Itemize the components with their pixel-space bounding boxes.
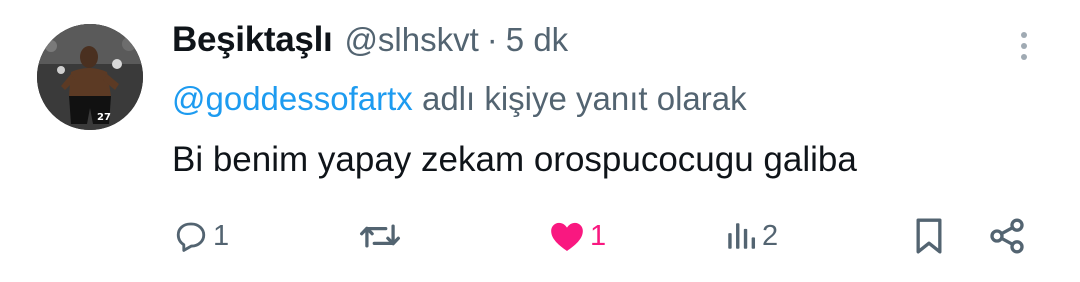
share-icon	[990, 218, 1024, 254]
reply-icon	[176, 222, 206, 252]
reply-mention-link[interactable]: @goddessofartx	[172, 80, 413, 117]
tweet[interactable]: 27 Beşiktaşlı @slhskvt · 5 dk @goddessof…	[0, 0, 1080, 282]
views-count: 2	[762, 219, 779, 252]
more-options-icon[interactable]	[1012, 26, 1036, 66]
repost-button[interactable]	[358, 214, 406, 258]
views-icon	[728, 223, 756, 249]
tweet-header: Beşiktaşlı @slhskvt · 5 dk	[172, 20, 568, 66]
heart-icon	[551, 222, 583, 252]
svg-text:27: 27	[97, 112, 111, 123]
views-button[interactable]: 2	[724, 214, 778, 258]
separator-dot: ·	[486, 21, 498, 58]
like-count: 1	[590, 219, 607, 252]
like-button[interactable]: 1	[548, 214, 606, 258]
user-handle[interactable]: @slhskvt	[344, 21, 478, 59]
bookmark-button[interactable]	[912, 214, 946, 258]
tweet-text: Bi benim yapay zekam orospucocugu galiba	[172, 140, 857, 179]
timestamp[interactable]: 5 dk	[506, 21, 568, 59]
bookmark-icon	[916, 218, 942, 254]
profile-photo-icon: 27	[37, 24, 143, 130]
share-button[interactable]	[987, 214, 1027, 258]
more-dot	[1021, 54, 1027, 60]
display-name[interactable]: Beşiktaşlı	[172, 20, 333, 60]
more-dot	[1021, 32, 1027, 38]
reply-context-text: adlı kişiye yanıt olarak	[412, 80, 747, 117]
avatar[interactable]: 27	[37, 24, 143, 130]
repost-icon	[360, 224, 400, 248]
more-dot	[1021, 43, 1027, 49]
reply-count: 1	[213, 219, 230, 252]
reply-button[interactable]: 1	[173, 214, 229, 258]
reply-context: @goddessofartx adlı kişiye yanıt olarak	[172, 80, 747, 118]
